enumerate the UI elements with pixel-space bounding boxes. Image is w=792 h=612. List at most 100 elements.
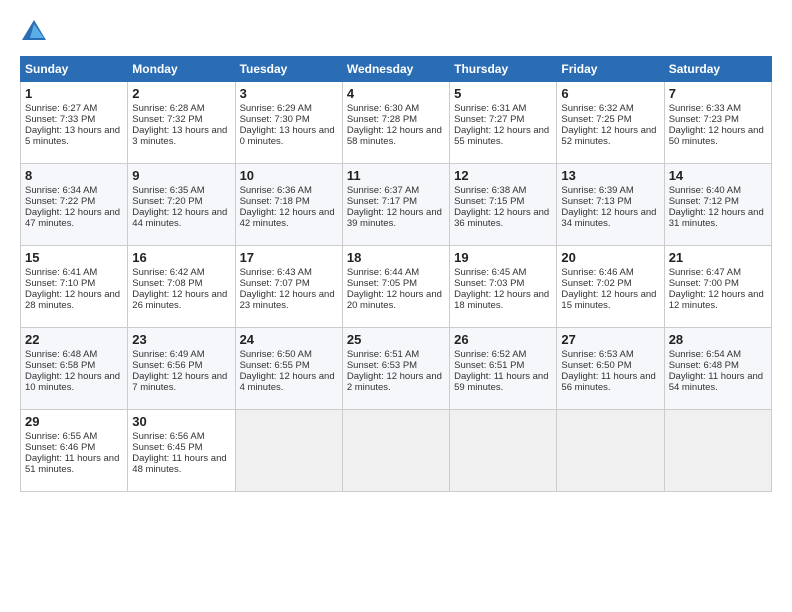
daylight-text: Daylight: 12 hours and 55 minutes. — [454, 125, 549, 147]
calendar-cell: 9 Sunrise: 6:35 AM Sunset: 7:20 PM Dayli… — [128, 164, 235, 246]
sunset-text: Sunset: 6:56 PM — [132, 360, 202, 371]
sunrise-text: Sunrise: 6:30 AM — [347, 103, 419, 114]
day-number: 1 — [25, 86, 123, 101]
sunset-text: Sunset: 7:27 PM — [454, 114, 524, 125]
day-number: 12 — [454, 168, 552, 183]
calendar-cell: 8 Sunrise: 6:34 AM Sunset: 7:22 PM Dayli… — [21, 164, 128, 246]
sunset-text: Sunset: 7:23 PM — [669, 114, 739, 125]
weekday-header: Thursday — [450, 57, 557, 82]
day-number: 13 — [561, 168, 659, 183]
sunrise-text: Sunrise: 6:33 AM — [669, 103, 741, 114]
calendar-cell: 1 Sunrise: 6:27 AM Sunset: 7:33 PM Dayli… — [21, 82, 128, 164]
sunrise-text: Sunrise: 6:41 AM — [25, 267, 97, 278]
sunset-text: Sunset: 7:12 PM — [669, 196, 739, 207]
calendar-cell — [450, 410, 557, 492]
calendar-cell — [342, 410, 449, 492]
daylight-text: Daylight: 12 hours and 23 minutes. — [240, 289, 335, 311]
sunrise-text: Sunrise: 6:49 AM — [132, 349, 204, 360]
calendar-cell: 26 Sunrise: 6:52 AM Sunset: 6:51 PM Dayl… — [450, 328, 557, 410]
sunset-text: Sunset: 7:32 PM — [132, 114, 202, 125]
calendar-cell — [235, 410, 342, 492]
day-number: 14 — [669, 168, 767, 183]
sunset-text: Sunset: 6:46 PM — [25, 442, 95, 453]
sunrise-text: Sunrise: 6:46 AM — [561, 267, 633, 278]
daylight-text: Daylight: 11 hours and 56 minutes. — [561, 371, 655, 393]
sunset-text: Sunset: 6:48 PM — [669, 360, 739, 371]
day-number: 25 — [347, 332, 445, 347]
sunrise-text: Sunrise: 6:36 AM — [240, 185, 312, 196]
daylight-text: Daylight: 12 hours and 36 minutes. — [454, 207, 549, 229]
sunset-text: Sunset: 7:33 PM — [25, 114, 95, 125]
sunset-text: Sunset: 7:17 PM — [347, 196, 417, 207]
day-number: 7 — [669, 86, 767, 101]
day-number: 6 — [561, 86, 659, 101]
sunrise-text: Sunrise: 6:47 AM — [669, 267, 741, 278]
sunrise-text: Sunrise: 6:38 AM — [454, 185, 526, 196]
sunset-text: Sunset: 7:28 PM — [347, 114, 417, 125]
day-number: 9 — [132, 168, 230, 183]
sunset-text: Sunset: 6:51 PM — [454, 360, 524, 371]
day-number: 18 — [347, 250, 445, 265]
daylight-text: Daylight: 12 hours and 2 minutes. — [347, 371, 442, 393]
header — [20, 18, 772, 46]
sunrise-text: Sunrise: 6:31 AM — [454, 103, 526, 114]
calendar-cell: 5 Sunrise: 6:31 AM Sunset: 7:27 PM Dayli… — [450, 82, 557, 164]
daylight-text: Daylight: 13 hours and 3 minutes. — [132, 125, 227, 147]
day-number: 15 — [25, 250, 123, 265]
sunrise-text: Sunrise: 6:29 AM — [240, 103, 312, 114]
day-number: 22 — [25, 332, 123, 347]
sunrise-text: Sunrise: 6:52 AM — [454, 349, 526, 360]
calendar-cell: 22 Sunrise: 6:48 AM Sunset: 6:58 PM Dayl… — [21, 328, 128, 410]
day-number: 21 — [669, 250, 767, 265]
daylight-text: Daylight: 12 hours and 52 minutes. — [561, 125, 656, 147]
sunrise-text: Sunrise: 6:48 AM — [25, 349, 97, 360]
sunset-text: Sunset: 7:05 PM — [347, 278, 417, 289]
sunset-text: Sunset: 7:30 PM — [240, 114, 310, 125]
sunrise-text: Sunrise: 6:56 AM — [132, 431, 204, 442]
calendar-cell: 18 Sunrise: 6:44 AM Sunset: 7:05 PM Dayl… — [342, 246, 449, 328]
calendar-cell: 12 Sunrise: 6:38 AM Sunset: 7:15 PM Dayl… — [450, 164, 557, 246]
day-number: 16 — [132, 250, 230, 265]
calendar-cell: 29 Sunrise: 6:55 AM Sunset: 6:46 PM Dayl… — [21, 410, 128, 492]
sunset-text: Sunset: 7:02 PM — [561, 278, 631, 289]
daylight-text: Daylight: 12 hours and 39 minutes. — [347, 207, 442, 229]
sunset-text: Sunset: 6:53 PM — [347, 360, 417, 371]
daylight-text: Daylight: 12 hours and 12 minutes. — [669, 289, 764, 311]
day-number: 26 — [454, 332, 552, 347]
daylight-text: Daylight: 11 hours and 48 minutes. — [132, 453, 226, 475]
sunset-text: Sunset: 7:15 PM — [454, 196, 524, 207]
daylight-text: Daylight: 12 hours and 47 minutes. — [25, 207, 120, 229]
calendar-cell: 13 Sunrise: 6:39 AM Sunset: 7:13 PM Dayl… — [557, 164, 664, 246]
day-number: 10 — [240, 168, 338, 183]
calendar-week-row: 15 Sunrise: 6:41 AM Sunset: 7:10 PM Dayl… — [21, 246, 772, 328]
calendar-table: SundayMondayTuesdayWednesdayThursdayFrid… — [20, 56, 772, 492]
sunset-text: Sunset: 7:25 PM — [561, 114, 631, 125]
sunrise-text: Sunrise: 6:54 AM — [669, 349, 741, 360]
calendar-cell: 4 Sunrise: 6:30 AM Sunset: 7:28 PM Dayli… — [342, 82, 449, 164]
sunrise-text: Sunrise: 6:42 AM — [132, 267, 204, 278]
calendar-cell: 16 Sunrise: 6:42 AM Sunset: 7:08 PM Dayl… — [128, 246, 235, 328]
calendar-cell: 14 Sunrise: 6:40 AM Sunset: 7:12 PM Dayl… — [664, 164, 771, 246]
daylight-text: Daylight: 12 hours and 50 minutes. — [669, 125, 764, 147]
sunset-text: Sunset: 6:45 PM — [132, 442, 202, 453]
day-number: 29 — [25, 414, 123, 429]
sunset-text: Sunset: 7:07 PM — [240, 278, 310, 289]
day-number: 20 — [561, 250, 659, 265]
day-number: 23 — [132, 332, 230, 347]
daylight-text: Daylight: 12 hours and 26 minutes. — [132, 289, 227, 311]
weekday-header: Saturday — [664, 57, 771, 82]
weekday-header: Friday — [557, 57, 664, 82]
calendar-cell: 15 Sunrise: 6:41 AM Sunset: 7:10 PM Dayl… — [21, 246, 128, 328]
sunrise-text: Sunrise: 6:50 AM — [240, 349, 312, 360]
daylight-text: Daylight: 11 hours and 51 minutes. — [25, 453, 119, 475]
day-number: 27 — [561, 332, 659, 347]
sunset-text: Sunset: 7:22 PM — [25, 196, 95, 207]
calendar-cell — [664, 410, 771, 492]
calendar-cell: 30 Sunrise: 6:56 AM Sunset: 6:45 PM Dayl… — [128, 410, 235, 492]
calendar-header-row: SundayMondayTuesdayWednesdayThursdayFrid… — [21, 57, 772, 82]
daylight-text: Daylight: 12 hours and 28 minutes. — [25, 289, 120, 311]
sunrise-text: Sunrise: 6:44 AM — [347, 267, 419, 278]
sunrise-text: Sunrise: 6:35 AM — [132, 185, 204, 196]
calendar-cell: 28 Sunrise: 6:54 AM Sunset: 6:48 PM Dayl… — [664, 328, 771, 410]
sunrise-text: Sunrise: 6:37 AM — [347, 185, 419, 196]
